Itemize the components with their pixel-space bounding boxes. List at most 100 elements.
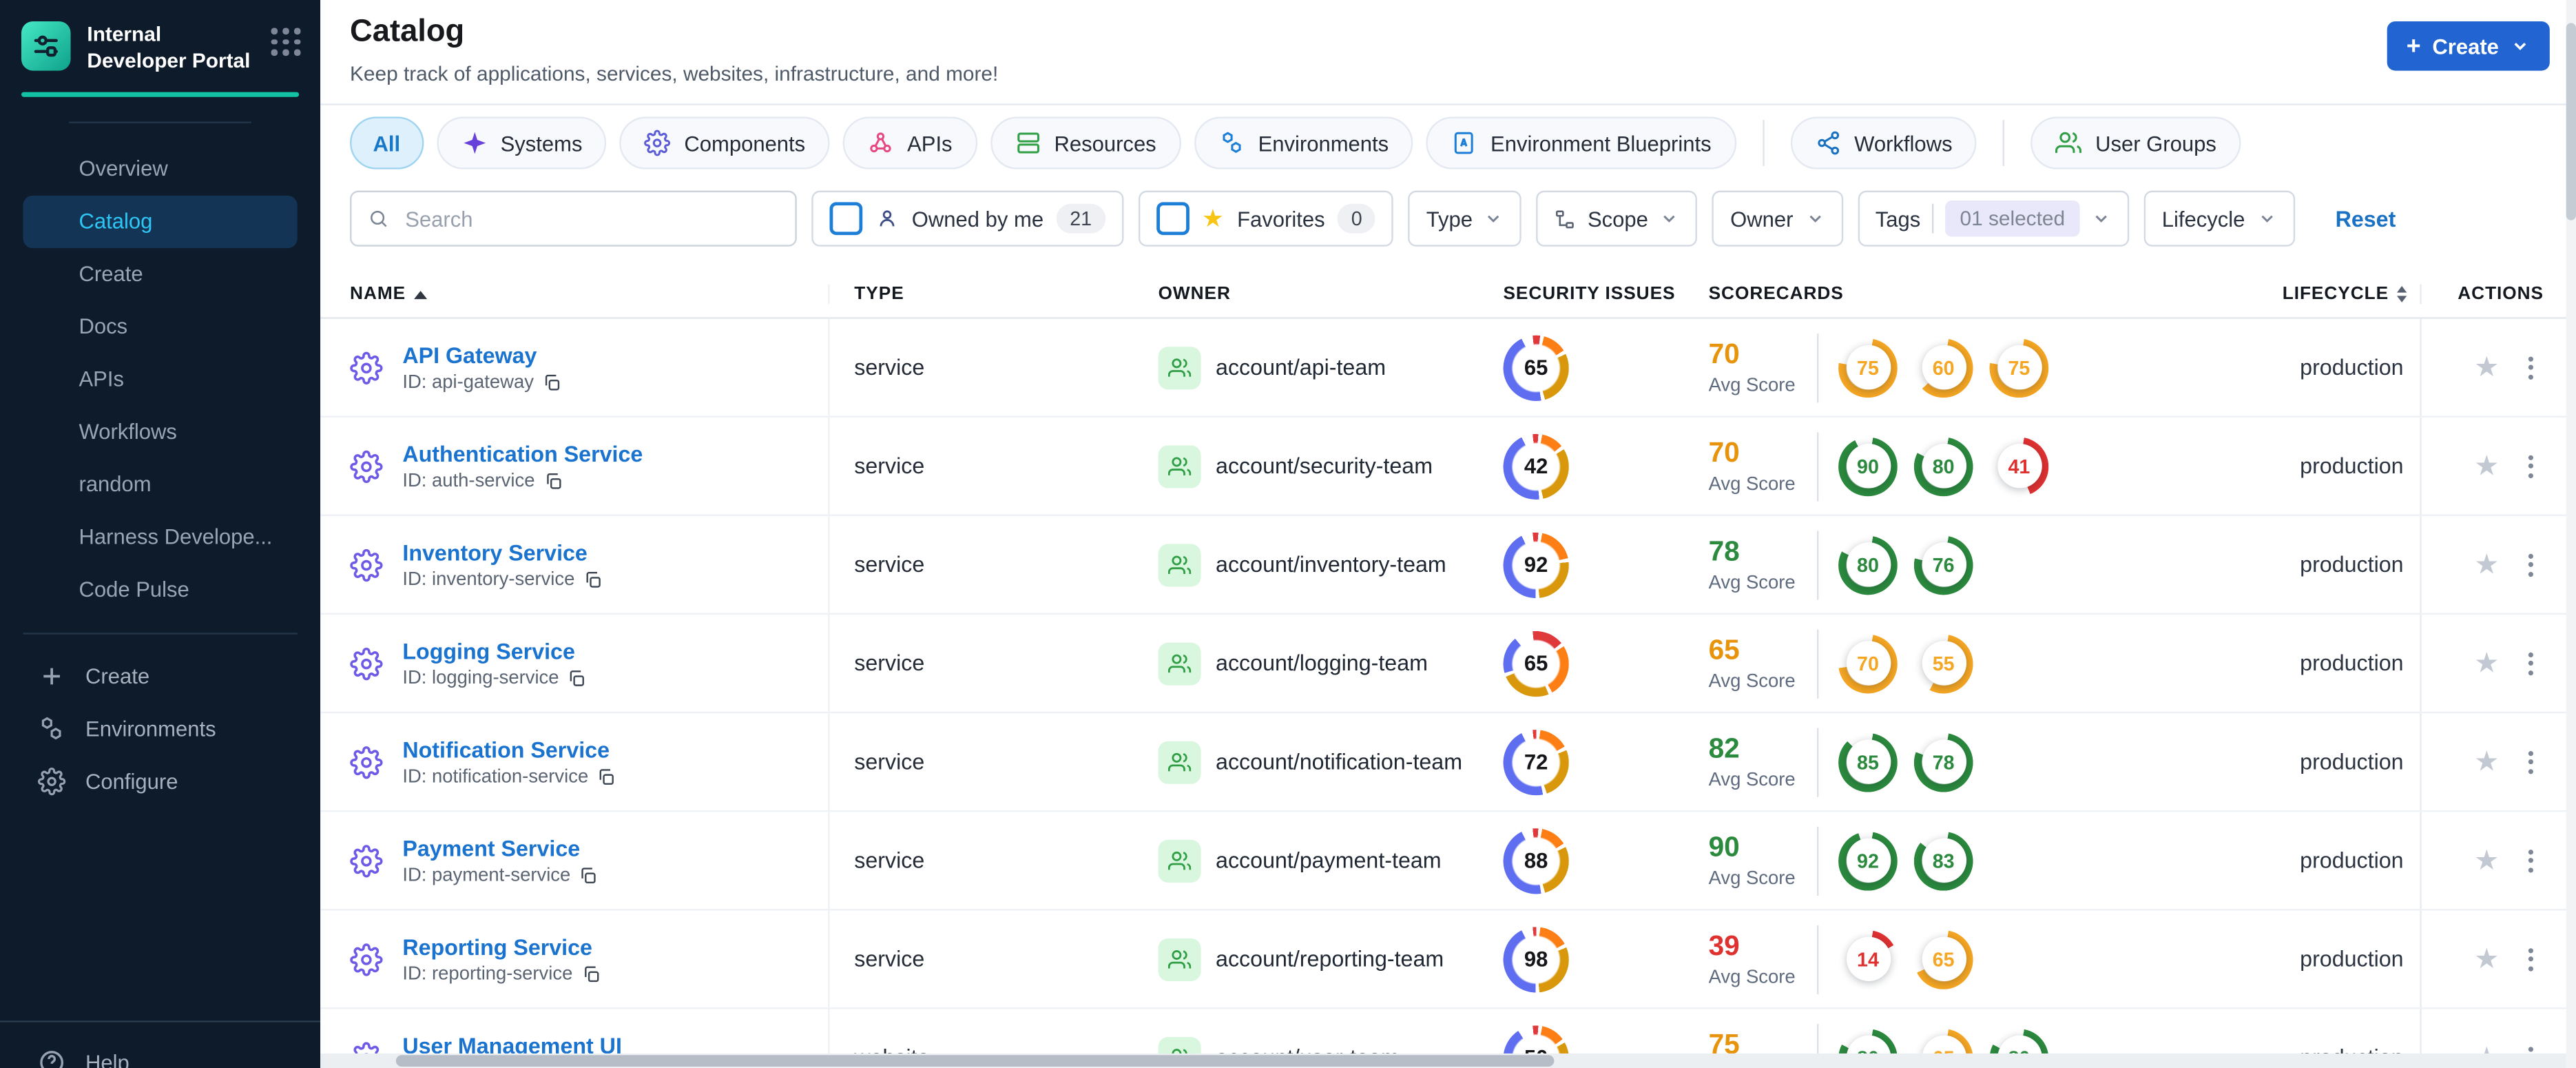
- entity-name-link[interactable]: API Gateway: [402, 342, 561, 367]
- scorecard-value: 80: [1845, 542, 1891, 587]
- entity-name-link[interactable]: Notification Service: [402, 737, 616, 762]
- copy-icon[interactable]: [581, 964, 601, 984]
- entity-name-link[interactable]: Payment Service: [402, 836, 598, 861]
- horizontal-scrollbar-thumb[interactable]: [395, 1055, 1555, 1067]
- actions-cell: ★: [2420, 812, 2576, 910]
- row-menu-icon[interactable]: [2526, 648, 2537, 678]
- copy-icon[interactable]: [583, 569, 603, 589]
- chevron-down-icon: [1809, 215, 1820, 223]
- favorite-star-icon[interactable]: ★: [2474, 551, 2499, 579]
- tags-dropdown[interactable]: Tags 01 selected: [1857, 190, 2130, 247]
- app-grid-icon[interactable]: [271, 28, 301, 55]
- entity-id: ID: payment-service: [402, 865, 598, 885]
- copy-icon[interactable]: [596, 767, 616, 787]
- actions-cell: ★: [2420, 910, 2576, 1008]
- entity-name-link[interactable]: Reporting Service: [402, 934, 601, 959]
- sidebar-item-configure[interactable]: Configure: [0, 755, 320, 808]
- sidebar-item-help[interactable]: Help: [0, 1023, 320, 1068]
- sidebar-item-create[interactable]: Create: [0, 650, 320, 702]
- tab-workflows[interactable]: Workflows: [1790, 116, 1977, 170]
- owner-name[interactable]: account/notification-team: [1216, 750, 1462, 774]
- row-menu-icon[interactable]: [2526, 747, 2537, 777]
- column-header-security: SECURITY ISSUES: [1503, 284, 1676, 305]
- sidebar-item-apis[interactable]: APIs: [23, 353, 297, 405]
- security-issues-cell: 65: [1479, 319, 1692, 416]
- avg-score-label: Avg Score: [1708, 967, 1796, 988]
- favorites-checkbox[interactable]: [1156, 202, 1189, 236]
- sidebar-item-code-pulse[interactable]: Code Pulse: [23, 563, 297, 615]
- vertical-scrollbar-thumb[interactable]: [2566, 23, 2576, 220]
- type-cell: service: [854, 848, 925, 873]
- sidebar-item-harness-develope[interactable]: Harness Develope...: [23, 511, 297, 563]
- lifecycle-dropdown[interactable]: Lifecycle: [2143, 190, 2294, 247]
- security-issues-donut: 65: [1503, 630, 1568, 696]
- entity-name-link[interactable]: Logging Service: [402, 639, 587, 664]
- row-menu-icon[interactable]: [2526, 353, 2537, 382]
- copy-icon[interactable]: [579, 865, 599, 885]
- favorite-star-icon[interactable]: ★: [2474, 649, 2499, 677]
- copy-icon[interactable]: [543, 471, 563, 491]
- favorites-filter[interactable]: ★ Favorites 0: [1137, 190, 1394, 247]
- tab-resources[interactable]: Resources: [990, 116, 1181, 170]
- favorite-star-icon[interactable]: ★: [2474, 353, 2499, 382]
- sidebar-item-environments[interactable]: Environments: [0, 703, 320, 755]
- search-input[interactable]: [402, 204, 779, 233]
- name-cell: Authentication Service ID: auth-service: [320, 417, 830, 515]
- owned-by-me-checkbox[interactable]: [829, 202, 863, 236]
- row-menu-icon[interactable]: [2526, 550, 2537, 579]
- tab-systems[interactable]: Systems: [436, 116, 607, 170]
- favorite-star-icon[interactable]: ★: [2474, 846, 2499, 874]
- tab-environments[interactable]: Environments: [1194, 116, 1413, 170]
- row-menu-icon[interactable]: [2526, 944, 2537, 974]
- actions-cell: ★: [2420, 713, 2576, 810]
- row-menu-icon[interactable]: [2526, 845, 2537, 875]
- team-icon: [1158, 543, 1201, 586]
- entity-name-link[interactable]: Inventory Service: [402, 540, 603, 565]
- owner-cell: account/security-team: [1134, 418, 1479, 515]
- owner-name[interactable]: account/security-team: [1216, 453, 1433, 478]
- tab-all[interactable]: All: [350, 116, 424, 170]
- copy-icon[interactable]: [567, 668, 587, 688]
- tab-components[interactable]: Components: [620, 116, 830, 170]
- favorite-star-icon[interactable]: ★: [2474, 945, 2499, 973]
- owner-name[interactable]: account/reporting-team: [1216, 947, 1444, 972]
- sidebar-item-catalog[interactable]: Catalog: [23, 194, 298, 247]
- scorecard-value: 90: [1845, 444, 1891, 489]
- reset-filters-link[interactable]: Reset: [2336, 206, 2396, 231]
- owner-name[interactable]: account/api-team: [1216, 355, 1386, 380]
- sidebar-item-random[interactable]: random: [23, 458, 297, 510]
- owner-name[interactable]: account/logging-team: [1216, 651, 1428, 676]
- tab-environment-blueprints[interactable]: Environment Blueprints: [1426, 116, 1736, 170]
- tab-user-groups[interactable]: User Groups: [2031, 116, 2241, 170]
- search-box[interactable]: [350, 190, 797, 247]
- sidebar-item-docs[interactable]: Docs: [23, 300, 297, 352]
- column-header-lifecycle[interactable]: LIFECYCLE: [2283, 285, 2420, 304]
- type-cell: service: [854, 650, 925, 676]
- favorite-star-icon[interactable]: ★: [2474, 748, 2499, 776]
- sidebar-item-workflows[interactable]: Workflows: [23, 405, 297, 458]
- row-menu-icon[interactable]: [2526, 451, 2537, 481]
- column-header-name[interactable]: NAME: [320, 284, 830, 305]
- hexagons-icon: [1218, 130, 1245, 156]
- table-row: API Gateway ID: api-gateway service acco…: [320, 318, 2576, 418]
- create-button[interactable]: + Create: [2387, 21, 2550, 71]
- column-header-owner: OWNER: [1158, 284, 1231, 305]
- owner-name[interactable]: account/payment-team: [1216, 848, 1442, 873]
- scorecards-cell: 90 Avg Score 92 83: [1692, 812, 2284, 909]
- tab-apis[interactable]: APIs: [843, 116, 977, 170]
- users-icon: [2055, 130, 2082, 156]
- copy-icon[interactable]: [542, 372, 562, 392]
- sidebar-item-create[interactable]: Create: [23, 247, 297, 300]
- page-title: Catalog: [350, 14, 465, 50]
- favorite-star-icon[interactable]: ★: [2474, 452, 2499, 480]
- scorecard-value: 75: [1845, 345, 1891, 390]
- owner-name[interactable]: account/inventory-team: [1216, 552, 1446, 577]
- owner-dropdown[interactable]: Owner: [1712, 190, 1843, 247]
- main-content: Catalog Keep track of applications, serv…: [320, 0, 2576, 1068]
- scope-dropdown[interactable]: Scope: [1537, 190, 1698, 247]
- scorecard-rings: 90 80 41: [1838, 436, 2048, 495]
- owned-by-me-filter[interactable]: Owned by me 21: [811, 190, 1123, 247]
- sidebar-item-overview[interactable]: Overview: [23, 142, 297, 194]
- type-dropdown[interactable]: Type: [1408, 190, 1522, 247]
- entity-name-link[interactable]: Authentication Service: [402, 441, 643, 466]
